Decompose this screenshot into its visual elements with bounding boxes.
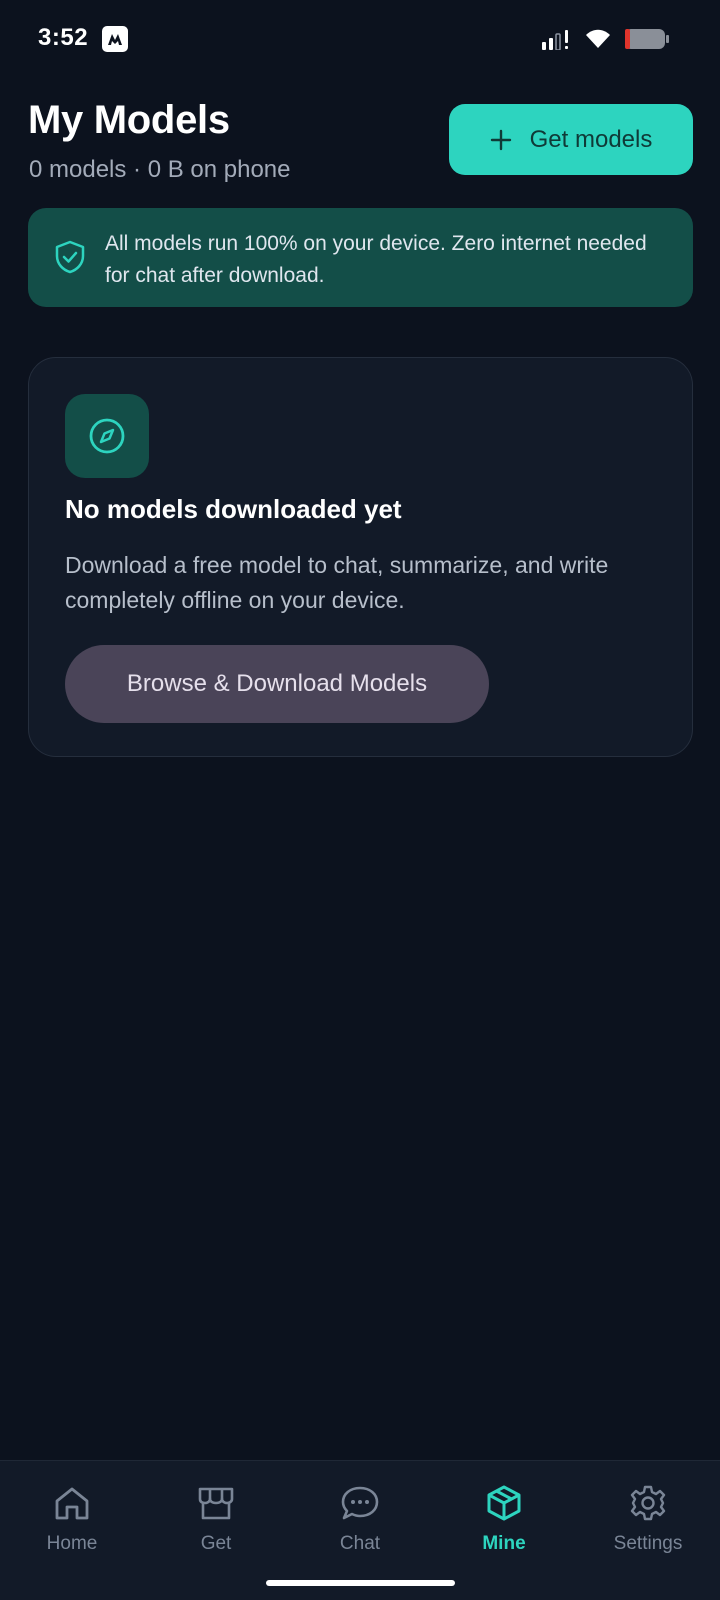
gear-icon bbox=[629, 1483, 667, 1523]
wifi-icon bbox=[586, 29, 610, 48]
compass-icon bbox=[65, 394, 149, 478]
status-bar: 3:52 bbox=[0, 0, 720, 80]
notification-app-icon bbox=[102, 26, 128, 52]
nav-label-settings: Settings bbox=[613, 1533, 683, 1554]
cube-icon bbox=[485, 1483, 523, 1523]
home-icon bbox=[53, 1483, 91, 1523]
signal-icon bbox=[542, 30, 568, 50]
nav-item-get[interactable]: Get bbox=[144, 1461, 288, 1571]
nav-item-settings[interactable]: Settings bbox=[576, 1461, 720, 1571]
nav-label-get: Get bbox=[200, 1533, 232, 1554]
nav-label-mine: Mine bbox=[482, 1533, 526, 1554]
chat-bubble-icon bbox=[340, 1483, 380, 1523]
nav-item-mine[interactable]: Mine bbox=[432, 1461, 576, 1571]
empty-state-title: No models downloaded yet bbox=[65, 494, 402, 524]
nav-label-home: Home bbox=[46, 1533, 98, 1554]
status-time: 3:52 bbox=[38, 24, 89, 51]
plus-icon bbox=[490, 129, 511, 150]
empty-state-description: Download a free model to chat, summarize… bbox=[65, 552, 609, 613]
privacy-banner: All models run 100% on your device. Zero… bbox=[28, 208, 693, 307]
get-models-button[interactable]: Get models bbox=[449, 104, 693, 175]
browse-download-models-button[interactable]: Browse & Download Models bbox=[65, 645, 489, 723]
shield-check-icon bbox=[54, 240, 86, 274]
bottom-nav: Home Get Chat Mine Settings bbox=[0, 1460, 720, 1600]
battery-icon bbox=[625, 29, 669, 49]
get-models-label: Get models bbox=[529, 125, 653, 153]
status-icons bbox=[542, 26, 670, 52]
nav-item-chat[interactable]: Chat bbox=[288, 1461, 432, 1571]
page-subtitle: 0 models · 0 B on phone bbox=[29, 156, 291, 183]
home-indicator[interactable] bbox=[266, 1580, 455, 1586]
nav-label-chat: Chat bbox=[339, 1533, 381, 1554]
page-title: My Models bbox=[28, 98, 230, 142]
nav-item-home[interactable]: Home bbox=[0, 1461, 144, 1571]
store-icon bbox=[197, 1483, 235, 1523]
privacy-banner-text: All models run 100% on your device. Zero… bbox=[105, 232, 647, 287]
empty-state-card: No models downloaded yet Download a free… bbox=[28, 357, 693, 757]
